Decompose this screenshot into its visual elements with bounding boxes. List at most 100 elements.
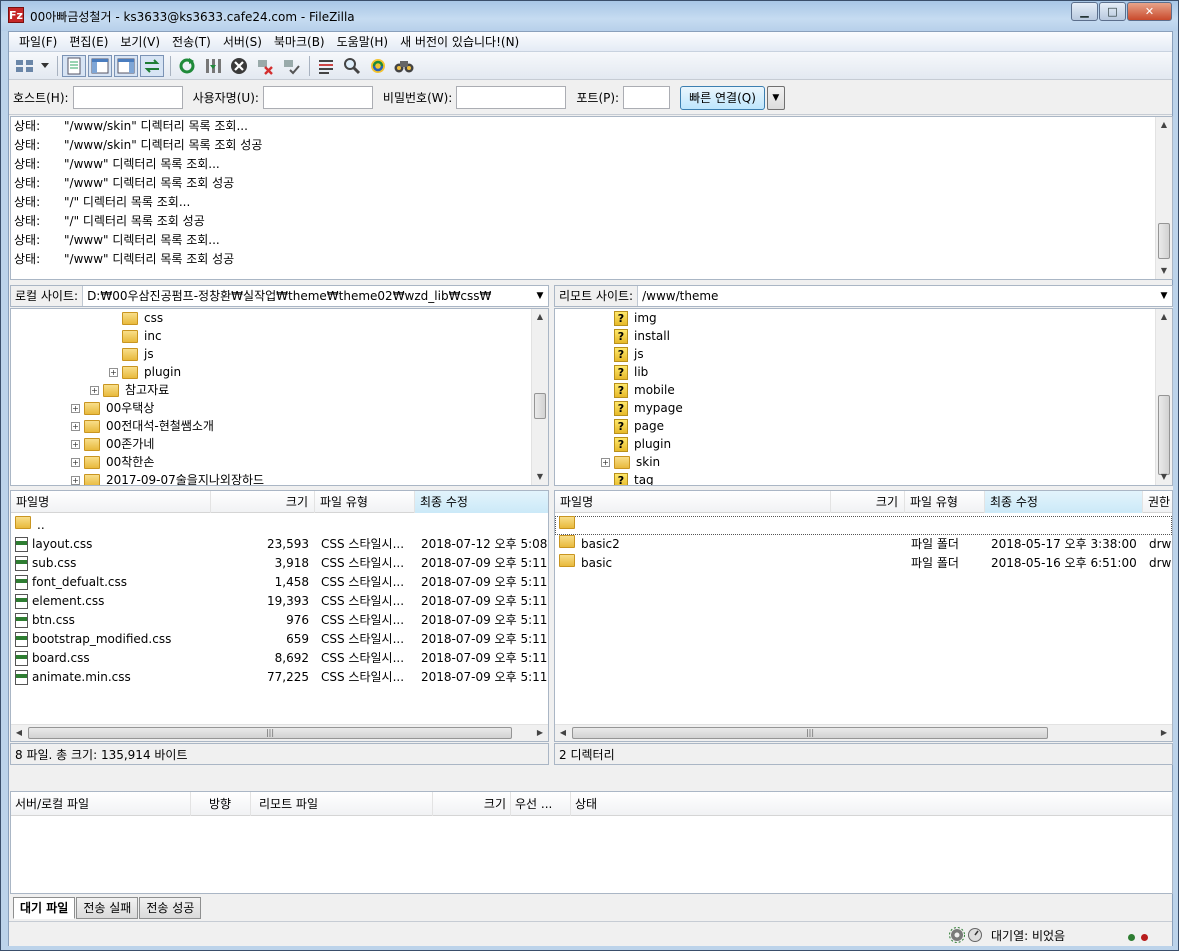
expand-icon[interactable]: + bbox=[109, 367, 118, 377]
filter-icon[interactable] bbox=[314, 55, 338, 77]
dropdown-arrow-icon[interactable] bbox=[39, 55, 51, 77]
tree-node[interactable]: + skin bbox=[601, 453, 660, 471]
tree-node[interactable]: js bbox=[109, 345, 154, 363]
expand-icon[interactable]: + bbox=[90, 385, 99, 395]
expand-icon[interactable]: + bbox=[71, 475, 80, 485]
minimize-button[interactable]: ▁ bbox=[1071, 2, 1098, 21]
tree-node[interactable]: +00존가네 bbox=[71, 435, 154, 453]
remote-path-input[interactable]: /www/theme bbox=[638, 286, 1156, 306]
scroll-up-icon[interactable]: ▲ bbox=[532, 309, 548, 325]
tab-failed-transfers[interactable]: 전송 실패 bbox=[76, 897, 139, 919]
col-size[interactable]: 크기 bbox=[433, 792, 511, 816]
scroll-right-icon[interactable]: ▶ bbox=[1156, 725, 1172, 741]
local-tree-scrollbar[interactable]: ▲ ▼ bbox=[531, 309, 548, 485]
gear-icon[interactable] bbox=[949, 927, 965, 946]
scroll-thumb[interactable]: ||| bbox=[28, 727, 512, 739]
reconnect-icon[interactable] bbox=[279, 55, 303, 77]
log-vertical-scrollbar[interactable]: ▲ ▼ bbox=[1155, 117, 1172, 279]
chevron-down-icon[interactable]: ▼ bbox=[532, 286, 548, 306]
tree-node[interactable]: ? page bbox=[601, 417, 664, 435]
site-manager-icon[interactable] bbox=[13, 55, 37, 77]
tree-node[interactable]: ? js bbox=[601, 345, 644, 363]
tab-queued-files[interactable]: 대기 파일 bbox=[13, 897, 76, 919]
host-input[interactable] bbox=[72, 86, 183, 109]
tree-node[interactable]: +00착한손 bbox=[71, 453, 154, 471]
scroll-down-icon[interactable]: ▼ bbox=[532, 469, 548, 485]
col-status[interactable]: 상태 bbox=[571, 792, 771, 816]
refresh-icon[interactable] bbox=[175, 55, 199, 77]
table-row[interactable]: board.css 8,692 CSS 스타일시... 2018-07-09 오후 5… bbox=[11, 649, 548, 668]
col-remote-file[interactable]: 리모트 파일 bbox=[255, 792, 433, 816]
scroll-thumb[interactable] bbox=[1158, 223, 1170, 259]
tree-node[interactable]: ? tag bbox=[601, 471, 654, 485]
menu-view[interactable]: 보기(V) bbox=[114, 33, 166, 50]
scroll-down-icon[interactable]: ▼ bbox=[1156, 469, 1172, 485]
toggle-remote-tree-icon[interactable] bbox=[114, 54, 138, 77]
chevron-down-icon[interactable]: ▼ bbox=[1156, 286, 1172, 306]
col-filename[interactable]: 파일명 bbox=[555, 491, 831, 513]
toggle-local-tree-icon[interactable] bbox=[88, 54, 112, 77]
scroll-left-icon[interactable]: ◀ bbox=[11, 725, 27, 741]
col-direction[interactable]: 방향 bbox=[205, 792, 251, 816]
tree-node[interactable]: inc bbox=[109, 327, 162, 345]
remote-file-list[interactable]: 파일명 크기 파일 유형 최종 수정 권한 basic2 파일 폴더 2018-05… bbox=[554, 490, 1173, 742]
col-size[interactable]: 크기 bbox=[211, 491, 315, 513]
col-size[interactable]: 크기 bbox=[831, 491, 905, 513]
table-row[interactable]: layout.css 23,593 CSS 스타일시... 2018-07-12 오후… bbox=[11, 535, 548, 554]
compare-icon[interactable] bbox=[340, 55, 364, 77]
remote-files-hscrollbar[interactable]: ◀ ||| ▶ bbox=[555, 724, 1172, 741]
scroll-thumb[interactable] bbox=[1158, 395, 1170, 475]
table-row[interactable]: basic 파일 폴더 2018-05-16 오후 6:51:00 drw bbox=[555, 554, 1172, 573]
message-log[interactable]: 상태: "/www/skin" 디렉터리 목록 조회... 상태: "/www/ski… bbox=[10, 116, 1173, 280]
col-type[interactable]: 파일 유형 bbox=[315, 491, 415, 513]
table-row[interactable]: basic2 파일 폴더 2018-05-17 오후 3:38:00 drw bbox=[555, 535, 1172, 554]
col-priority[interactable]: 우선 ... bbox=[511, 792, 571, 816]
quickconnect-button[interactable]: 빠른 연결(Q) bbox=[680, 85, 765, 110]
expand-icon[interactable]: + bbox=[71, 439, 80, 449]
expand-icon[interactable]: + bbox=[71, 421, 80, 431]
scroll-up-icon[interactable]: ▲ bbox=[1156, 117, 1172, 133]
col-permissions[interactable]: 권한 bbox=[1143, 491, 1172, 513]
col-type[interactable]: 파일 유형 bbox=[905, 491, 985, 513]
col-modified[interactable]: 최종 수정 bbox=[415, 491, 548, 513]
scroll-thumb[interactable] bbox=[534, 393, 546, 419]
col-server-local-file[interactable]: 서버/로컬 파일 bbox=[11, 792, 191, 816]
menu-edit[interactable]: 편집(E) bbox=[63, 33, 114, 50]
remote-tree-scrollbar[interactable]: ▲ ▼ bbox=[1155, 309, 1172, 485]
table-row[interactable]: sub.css 3,918 CSS 스타일시... 2018-07-09 오후 5:1… bbox=[11, 554, 548, 573]
toggle-queue-icon[interactable] bbox=[140, 54, 164, 77]
disconnect-icon[interactable] bbox=[253, 55, 277, 77]
scroll-down-icon[interactable]: ▼ bbox=[1156, 263, 1172, 279]
maximize-button[interactable]: □ bbox=[1099, 2, 1126, 21]
expand-icon[interactable]: + bbox=[71, 457, 80, 467]
table-row[interactable]: btn.css 976 CSS 스타일시... 2018-07-09 오후 5:11:… bbox=[11, 611, 548, 630]
local-files-hscrollbar[interactable]: ◀ ||| ▶ bbox=[11, 724, 548, 741]
menu-bookmarks[interactable]: 북마크(B) bbox=[268, 33, 331, 50]
table-row[interactable]: element.css 19,393 CSS 스타일시... 2018-07-09 오… bbox=[11, 592, 548, 611]
expand-icon[interactable]: + bbox=[601, 457, 610, 467]
remote-directory-tree[interactable]: ? img? install? js? lib? mobile? mypage? page? p… bbox=[554, 308, 1173, 486]
tree-node[interactable]: + plugin bbox=[109, 363, 181, 381]
scroll-left-icon[interactable]: ◀ bbox=[555, 725, 571, 741]
tree-node[interactable]: ? mypage bbox=[601, 399, 683, 417]
tree-node[interactable]: +00우택상 bbox=[71, 399, 154, 417]
speed-limit-icon[interactable] bbox=[967, 927, 983, 946]
password-input[interactable] bbox=[456, 86, 567, 109]
local-path-input[interactable]: D:₩00우삼진공펌프-정창환₩실작업₩theme₩theme02₩wzd_li… bbox=[83, 286, 532, 306]
close-button[interactable]: ✕ bbox=[1127, 2, 1172, 21]
port-input[interactable] bbox=[623, 86, 671, 109]
menu-transfer[interactable]: 전송(T) bbox=[166, 33, 217, 50]
tree-node[interactable]: + 참고자료 bbox=[90, 381, 169, 399]
menu-help[interactable]: 도움말(H) bbox=[331, 33, 395, 50]
username-input[interactable] bbox=[262, 86, 373, 109]
quickconnect-dropdown-button[interactable]: ▼ bbox=[766, 85, 785, 110]
process-queue-icon[interactable] bbox=[201, 55, 225, 77]
col-filename[interactable]: 파일명 bbox=[11, 491, 211, 513]
cancel-icon[interactable] bbox=[227, 55, 251, 77]
expand-icon[interactable]: + bbox=[71, 403, 80, 413]
tree-node[interactable]: ? plugin bbox=[601, 435, 671, 453]
tree-node[interactable]: ? lib bbox=[601, 363, 648, 381]
tree-node[interactable]: ? install bbox=[601, 327, 670, 345]
local-directory-tree[interactable]: css inc js + plugin + 참고자료 +00우택상 +00전대석-현철쌤소개 +0… bbox=[10, 308, 549, 486]
title-bar[interactable]: Fz 00아빠금성철거 - ks3633@ks3633.cafe24.com -… bbox=[1, 1, 1178, 31]
